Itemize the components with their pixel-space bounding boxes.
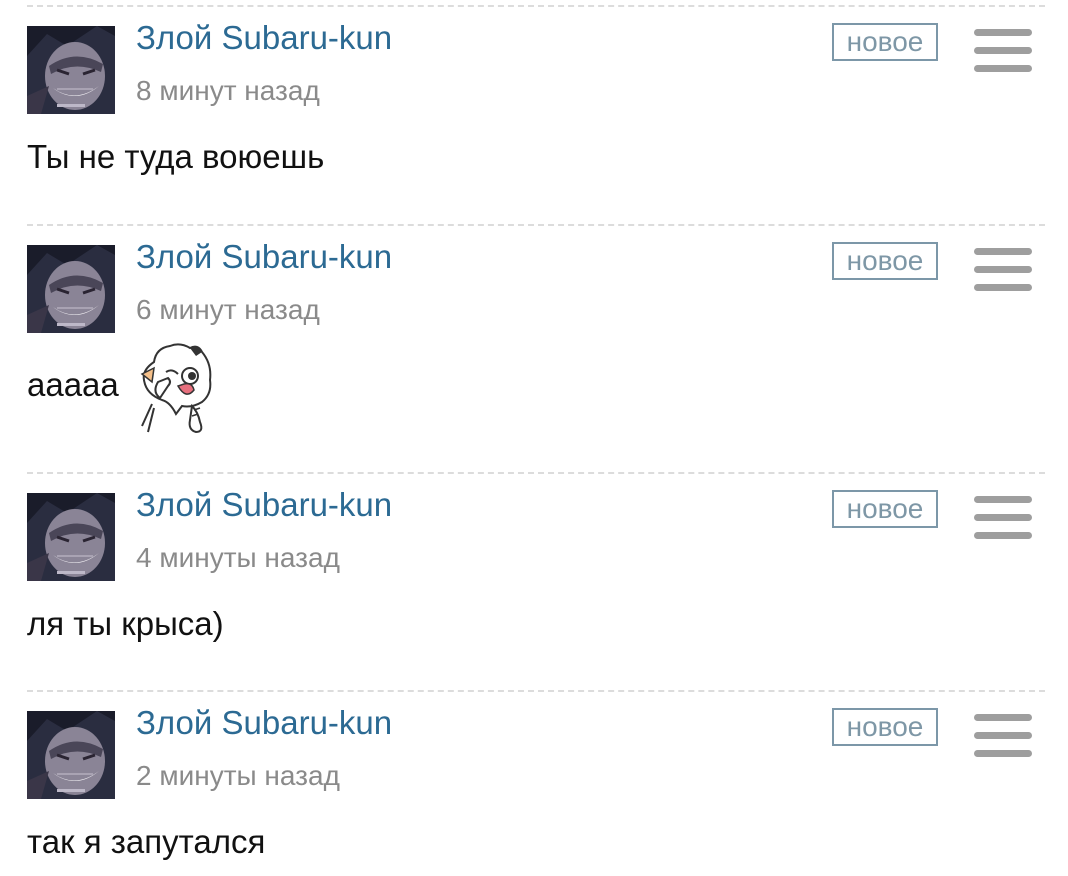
comment-divider — [27, 224, 1045, 226]
comment-divider — [27, 690, 1045, 692]
comment-text: ля ты крыса) — [27, 605, 224, 642]
avatar[interactable] — [27, 493, 115, 581]
comment-divider — [27, 472, 1045, 474]
comment-divider — [27, 5, 1045, 7]
comment-text: ааааа — [27, 366, 119, 403]
comment-timestamp: 6 минут назад — [136, 294, 320, 325]
comment-timestamp: 8 минут назад — [136, 75, 320, 106]
new-badge: новое — [832, 242, 938, 280]
comment-author[interactable]: Злой Subaru-kun — [136, 704, 392, 742]
cat-face-palm-sticker — [132, 342, 222, 434]
comment-author[interactable]: Злой Subaru-kun — [136, 238, 392, 276]
hamburger-menu-icon[interactable] — [974, 29, 1032, 75]
hamburger-menu-icon[interactable] — [974, 248, 1032, 294]
new-badge: новое — [832, 23, 938, 61]
comment-author[interactable]: Злой Subaru-kun — [136, 486, 392, 524]
comment-text: Ты не туда воюешь — [27, 138, 325, 175]
new-badge: новое — [832, 490, 938, 528]
avatar[interactable] — [27, 711, 115, 799]
hamburger-menu-icon[interactable] — [974, 714, 1032, 760]
avatar[interactable] — [27, 26, 115, 114]
avatar[interactable] — [27, 245, 115, 333]
comment-text: так я запутался — [27, 823, 266, 860]
hamburger-menu-icon[interactable] — [974, 496, 1032, 542]
comment-timestamp: 4 минуты назад — [136, 542, 340, 573]
new-badge: новое — [832, 708, 938, 746]
comment-timestamp: 2 минуты назад — [136, 760, 340, 791]
comment-author[interactable]: Злой Subaru-kun — [136, 19, 392, 57]
